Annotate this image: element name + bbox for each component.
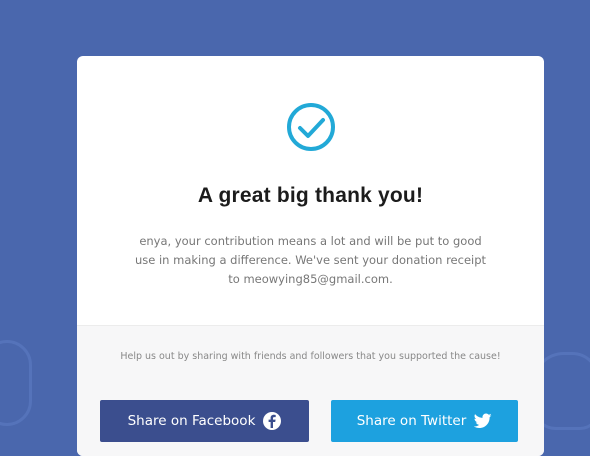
thank-you-modal: A great big thank you! enya, your contri… xyxy=(77,56,544,456)
share-facebook-button[interactable]: Share on Facebook xyxy=(100,400,309,442)
check-circle-icon xyxy=(285,101,337,153)
background-decoration-left xyxy=(0,340,32,426)
share-prompt: Help us out by sharing with friends and … xyxy=(120,351,501,362)
share-facebook-label: Share on Facebook xyxy=(127,413,256,429)
twitter-bird-icon xyxy=(474,412,492,430)
modal-title: A great big thank you! xyxy=(197,184,424,207)
share-twitter-button[interactable]: Share on Twitter xyxy=(331,400,518,442)
confirmation-message: enya, your contribution means a lot and … xyxy=(134,234,487,286)
share-twitter-label: Share on Twitter xyxy=(356,413,467,429)
facebook-icon xyxy=(263,412,282,430)
